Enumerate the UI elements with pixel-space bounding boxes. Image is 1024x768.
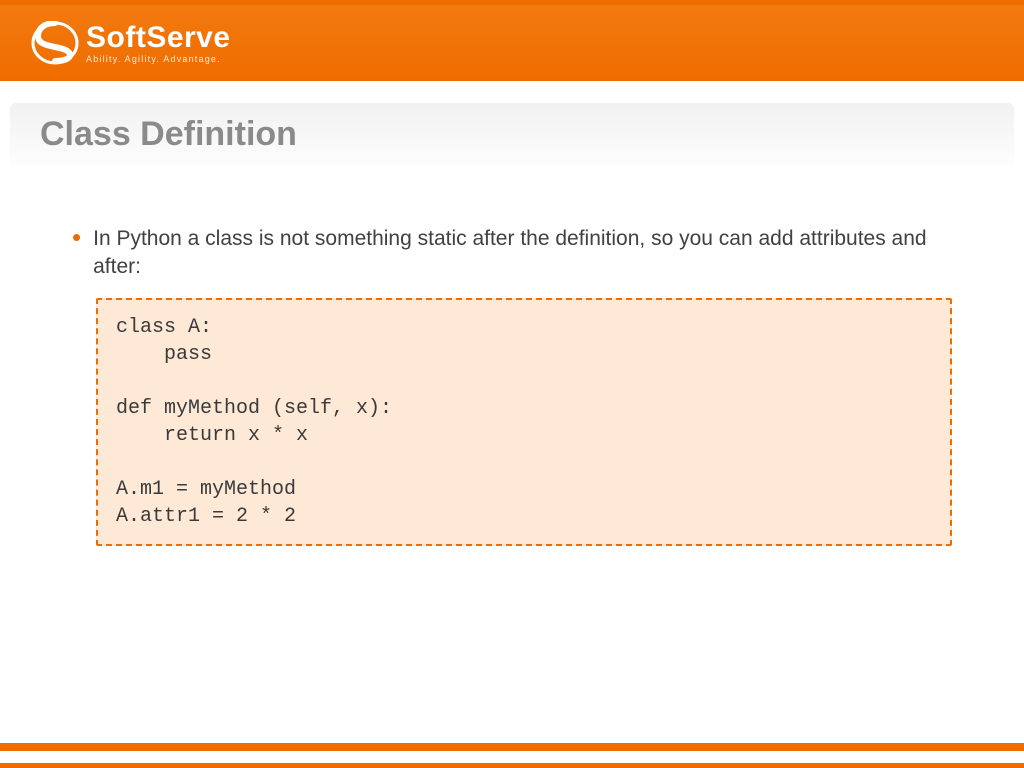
footer-accent-bar xyxy=(0,743,1024,751)
header-bar: SoftServe Ability. Agility. Advantage. xyxy=(0,5,1024,81)
brand-tagline: Ability. Agility. Advantage. xyxy=(86,55,231,64)
code-block: class A: pass def myMethod (self, x): re… xyxy=(96,298,952,546)
slide: SoftServe Ability. Agility. Advantage. C… xyxy=(0,0,1024,768)
brand-logo-icon xyxy=(30,21,80,65)
bullet-item: • In Python a class is not something sta… xyxy=(72,225,952,282)
content-area: • In Python a class is not something sta… xyxy=(0,165,1024,546)
title-bar: Class Definition xyxy=(10,103,1014,165)
brand-logo-text: SoftServe Ability. Agility. Advantage. xyxy=(86,23,231,64)
brand-logo: SoftServe Ability. Agility. Advantage. xyxy=(30,21,231,65)
code-content: class A: pass def myMethod (self, x): re… xyxy=(116,314,932,530)
brand-name: SoftServe xyxy=(86,23,231,53)
bullet-icon: • xyxy=(72,225,81,249)
page-title: Class Definition xyxy=(40,115,297,154)
bullet-text: In Python a class is not something stati… xyxy=(93,225,952,282)
